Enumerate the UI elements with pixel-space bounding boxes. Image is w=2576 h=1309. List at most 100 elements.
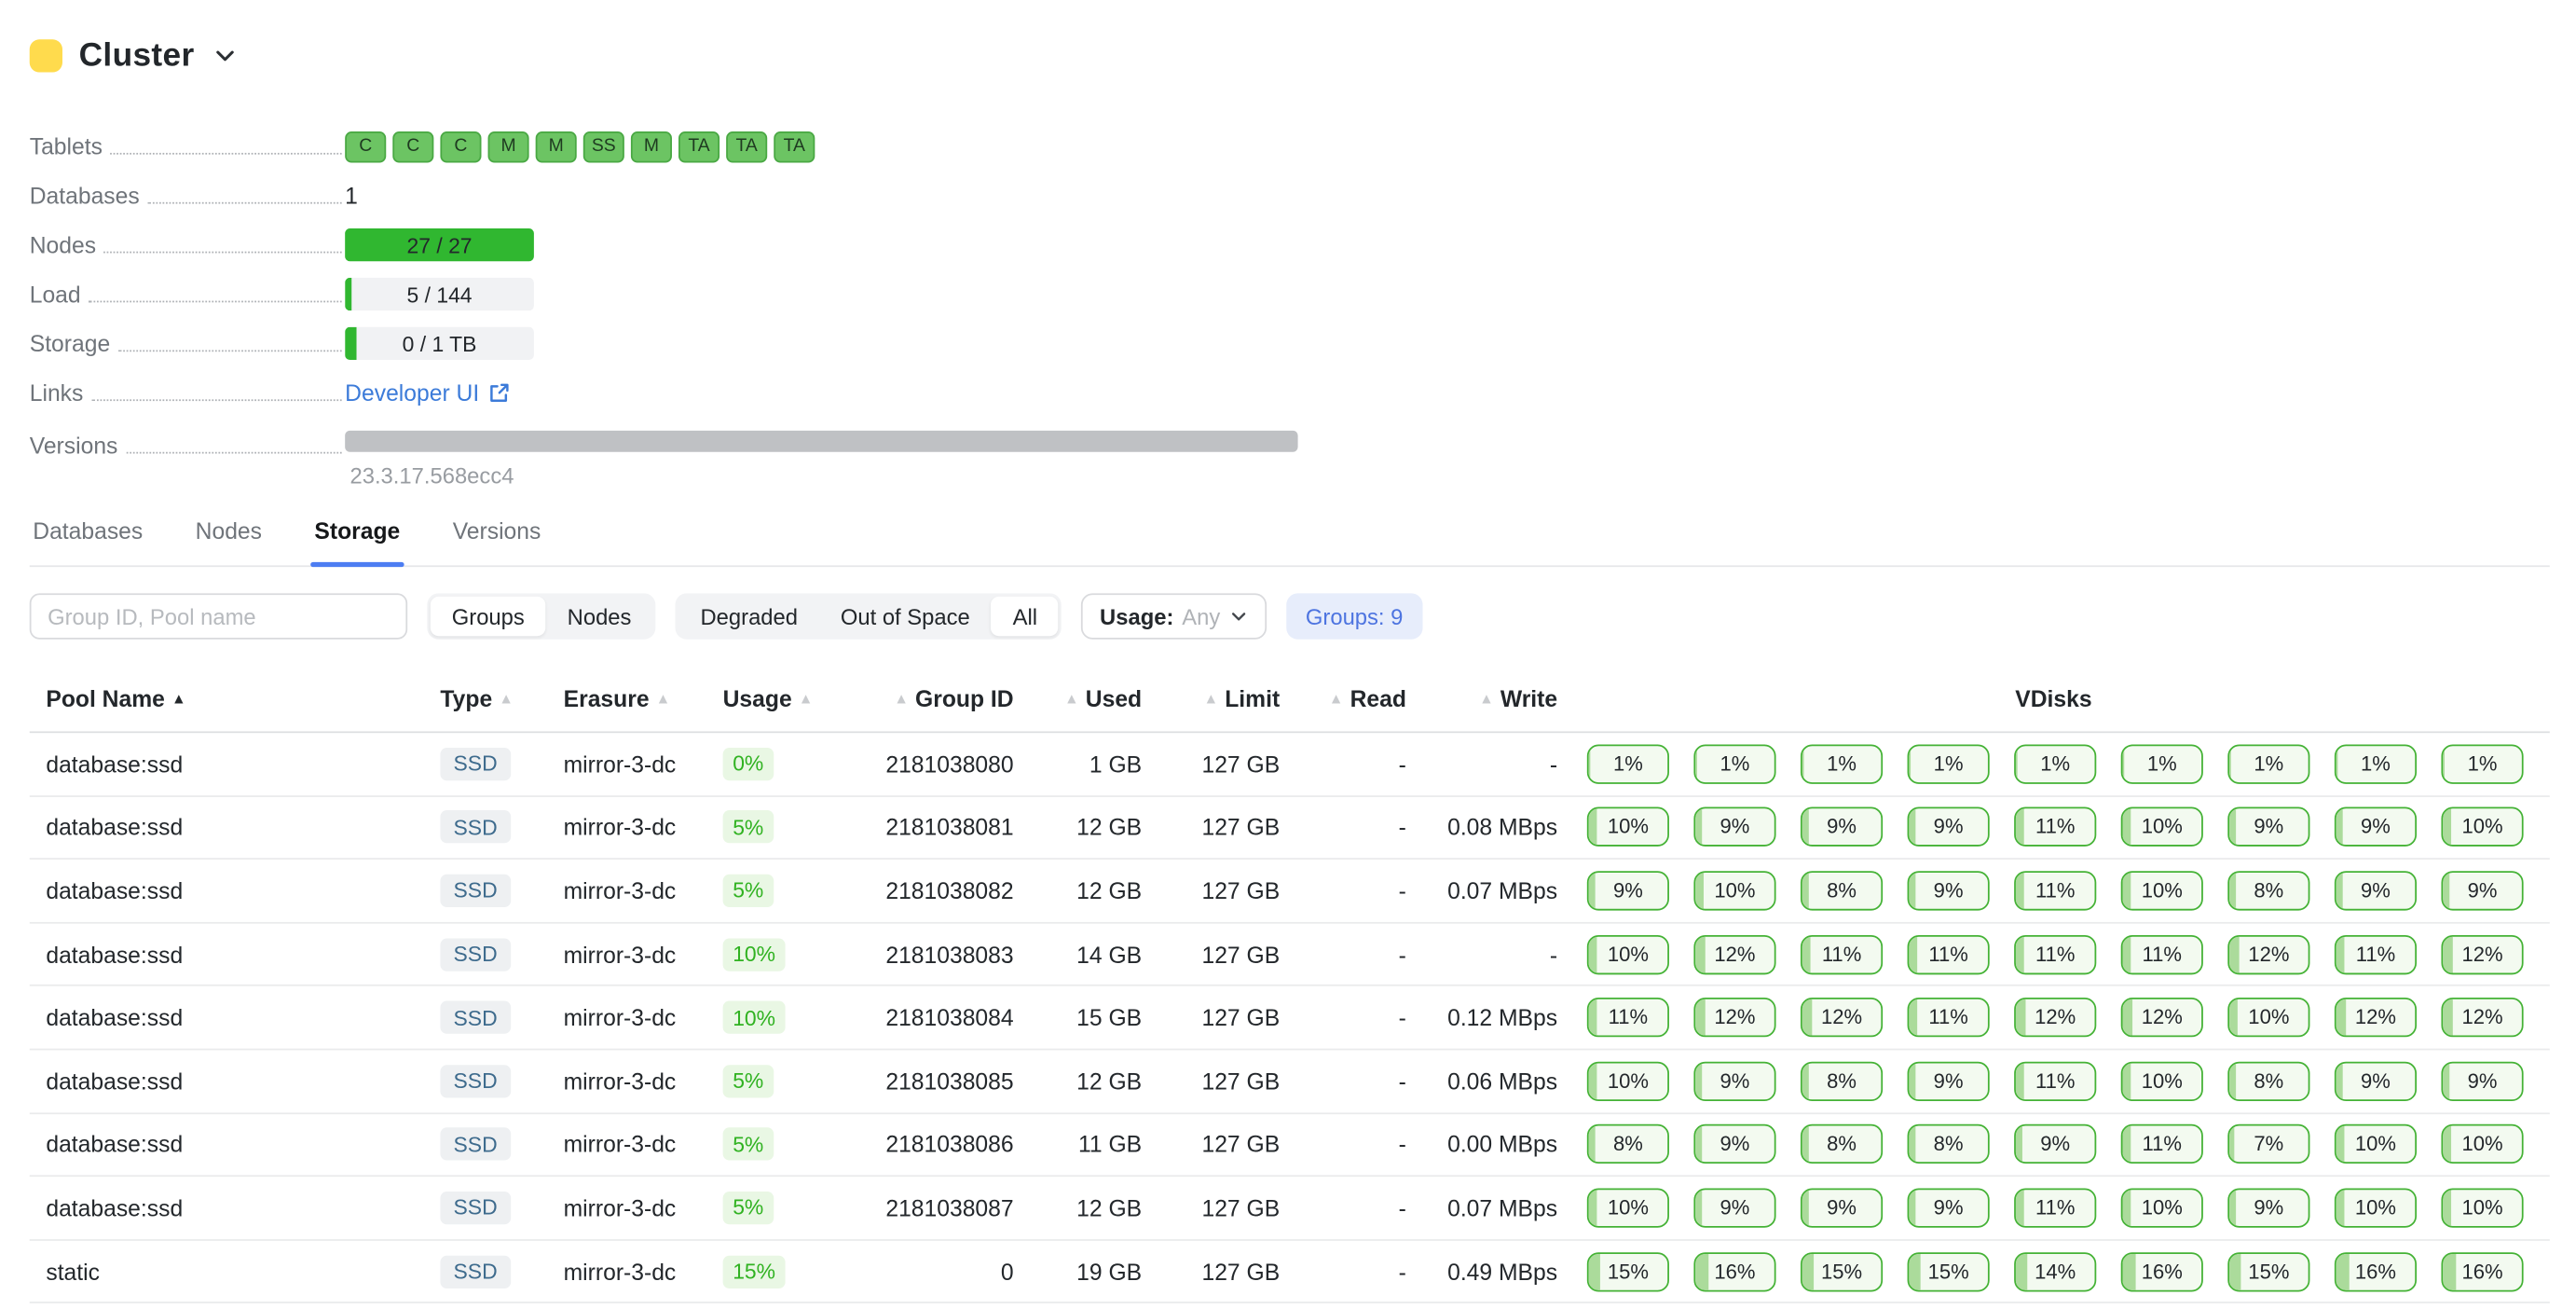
- vdisk-badge[interactable]: 9%: [1693, 1188, 1775, 1227]
- tablet-badge[interactable]: C: [345, 131, 386, 161]
- column-header-used[interactable]: ▲Used: [1014, 685, 1142, 711]
- vdisk-badge[interactable]: 15%: [2227, 1251, 2309, 1290]
- tablet-badge[interactable]: TA: [774, 131, 815, 161]
- vdisk-badge[interactable]: 8%: [2227, 871, 2309, 910]
- vdisk-badge[interactable]: 10%: [1587, 1061, 1669, 1100]
- column-header-pool-name[interactable]: Pool Name▲: [30, 685, 441, 711]
- vdisk-badge[interactable]: 9%: [2014, 1124, 2096, 1164]
- column-header-usage[interactable]: Usage▲: [723, 685, 868, 711]
- vdisk-badge[interactable]: 9%: [2335, 871, 2417, 910]
- vdisk-badge[interactable]: 15%: [1801, 1251, 1883, 1290]
- column-header-erasure[interactable]: Erasure▲: [564, 685, 723, 711]
- vdisk-badge[interactable]: 11%: [1908, 934, 1990, 973]
- vdisk-badge[interactable]: 16%: [2441, 1251, 2523, 1290]
- vdisk-badge[interactable]: 10%: [2335, 1188, 2417, 1227]
- vdisk-badge[interactable]: 9%: [1908, 807, 1990, 847]
- vdisk-badge[interactable]: 1%: [2227, 744, 2309, 783]
- vdisk-badge[interactable]: 8%: [1801, 1061, 1883, 1100]
- column-header-limit[interactable]: ▲Limit: [1142, 685, 1280, 711]
- vdisk-badge[interactable]: 9%: [1801, 1188, 1883, 1227]
- tab-nodes[interactable]: Nodes: [192, 517, 265, 565]
- vdisk-badge[interactable]: 9%: [1908, 1188, 1990, 1227]
- vdisk-badge[interactable]: 9%: [2227, 807, 2309, 847]
- tab-versions[interactable]: Versions: [449, 517, 544, 565]
- vdisk-badge[interactable]: 11%: [2121, 1124, 2203, 1164]
- tablet-badge[interactable]: TA: [726, 131, 767, 161]
- vdisk-badge[interactable]: 9%: [1693, 807, 1775, 847]
- column-header-read[interactable]: ▲Read: [1280, 685, 1406, 711]
- vdisk-badge[interactable]: 8%: [1908, 1124, 1990, 1164]
- vdisk-badge[interactable]: 11%: [2121, 934, 2203, 973]
- vdisk-badge[interactable]: 1%: [1908, 744, 1990, 783]
- vdisk-badge[interactable]: 1%: [1587, 744, 1669, 783]
- column-header-write[interactable]: ▲Write: [1406, 685, 1557, 711]
- vdisk-badge[interactable]: 9%: [2441, 871, 2523, 910]
- vdisk-badge[interactable]: 11%: [1587, 998, 1669, 1037]
- vdisk-badge[interactable]: 1%: [2441, 744, 2523, 783]
- vdisk-badge[interactable]: 10%: [2121, 1061, 2203, 1100]
- vdisk-badge[interactable]: 16%: [2335, 1251, 2417, 1290]
- entity-option-nodes[interactable]: Nodes: [546, 597, 653, 636]
- vdisk-badge[interactable]: 1%: [1693, 744, 1775, 783]
- vdisk-badge[interactable]: 9%: [1693, 1061, 1775, 1100]
- vdisk-badge[interactable]: 10%: [1693, 871, 1775, 910]
- column-header-group-id[interactable]: ▲Group ID: [868, 685, 1014, 711]
- vdisk-badge[interactable]: 14%: [2014, 1251, 2096, 1290]
- vdisk-badge[interactable]: 11%: [2014, 1188, 2096, 1227]
- tab-databases[interactable]: Databases: [30, 517, 146, 565]
- vdisk-badge[interactable]: 12%: [1693, 998, 1775, 1037]
- vdisk-badge[interactable]: 10%: [1587, 1188, 1669, 1227]
- vdisk-badge[interactable]: 11%: [1908, 998, 1990, 1037]
- vdisk-badge[interactable]: 12%: [2121, 998, 2203, 1037]
- vdisk-badge[interactable]: 8%: [1801, 1124, 1883, 1164]
- vdisk-badge[interactable]: 10%: [1587, 934, 1669, 973]
- vdisk-badge[interactable]: 9%: [2335, 807, 2417, 847]
- tablet-badge[interactable]: SS: [583, 131, 624, 161]
- vdisk-badge[interactable]: 9%: [2335, 1061, 2417, 1100]
- vdisk-badge[interactable]: 11%: [1801, 934, 1883, 973]
- vdisk-badge[interactable]: 12%: [1801, 998, 1883, 1037]
- vdisk-badge[interactable]: 7%: [2227, 1124, 2309, 1164]
- tab-storage[interactable]: Storage: [311, 517, 404, 565]
- vdisk-badge[interactable]: 12%: [2335, 998, 2417, 1037]
- vdisk-badge[interactable]: 9%: [1801, 807, 1883, 847]
- vdisk-badge[interactable]: 9%: [1587, 871, 1669, 910]
- tablet-badge[interactable]: C: [392, 131, 433, 161]
- vdisk-badge[interactable]: 1%: [1801, 744, 1883, 783]
- state-option-all[interactable]: All: [992, 597, 1059, 636]
- vdisk-badge[interactable]: 10%: [2121, 871, 2203, 910]
- vdisk-badge[interactable]: 12%: [2227, 934, 2309, 973]
- tablet-badge[interactable]: TA: [678, 131, 719, 161]
- vdisk-badge[interactable]: 1%: [2121, 744, 2203, 783]
- vdisk-badge[interactable]: 10%: [2227, 998, 2309, 1037]
- tablet-badge[interactable]: M: [488, 131, 529, 161]
- vdisk-badge[interactable]: 16%: [1693, 1251, 1775, 1290]
- search-input[interactable]: [30, 593, 407, 639]
- vdisk-badge[interactable]: 1%: [2014, 744, 2096, 783]
- column-header-type[interactable]: Type▲: [440, 685, 563, 711]
- vdisk-badge[interactable]: 10%: [2441, 1188, 2523, 1227]
- developer-ui-link[interactable]: Developer UI: [345, 379, 511, 406]
- vdisk-badge[interactable]: 9%: [1908, 1061, 1990, 1100]
- state-option-degraded[interactable]: Degraded: [679, 597, 819, 636]
- vdisk-badge[interactable]: 16%: [2121, 1251, 2203, 1290]
- vdisk-badge[interactable]: 12%: [2441, 998, 2523, 1037]
- vdisk-badge[interactable]: 11%: [2335, 934, 2417, 973]
- vdisk-badge[interactable]: 15%: [1908, 1251, 1990, 1290]
- vdisk-badge[interactable]: 10%: [1587, 807, 1669, 847]
- vdisk-badge[interactable]: 10%: [2441, 807, 2523, 847]
- vdisk-badge[interactable]: 12%: [2441, 934, 2523, 973]
- vdisk-badge[interactable]: 10%: [2335, 1124, 2417, 1164]
- vdisk-badge[interactable]: 10%: [2121, 1188, 2203, 1227]
- vdisk-badge[interactable]: 11%: [2014, 871, 2096, 910]
- vdisk-badge[interactable]: 10%: [2121, 807, 2203, 847]
- vdisk-badge[interactable]: 9%: [1908, 871, 1990, 910]
- vdisk-badge[interactable]: 11%: [2014, 1061, 2096, 1100]
- state-option-out-of-space[interactable]: Out of Space: [819, 597, 992, 636]
- vdisk-badge[interactable]: 9%: [2227, 1188, 2309, 1227]
- vdisk-badge[interactable]: 11%: [2014, 807, 2096, 847]
- vdisk-badge[interactable]: 9%: [2441, 1061, 2523, 1100]
- entity-option-groups[interactable]: Groups: [431, 597, 546, 636]
- vdisk-badge[interactable]: 8%: [1801, 871, 1883, 910]
- tablet-badge[interactable]: C: [440, 131, 481, 161]
